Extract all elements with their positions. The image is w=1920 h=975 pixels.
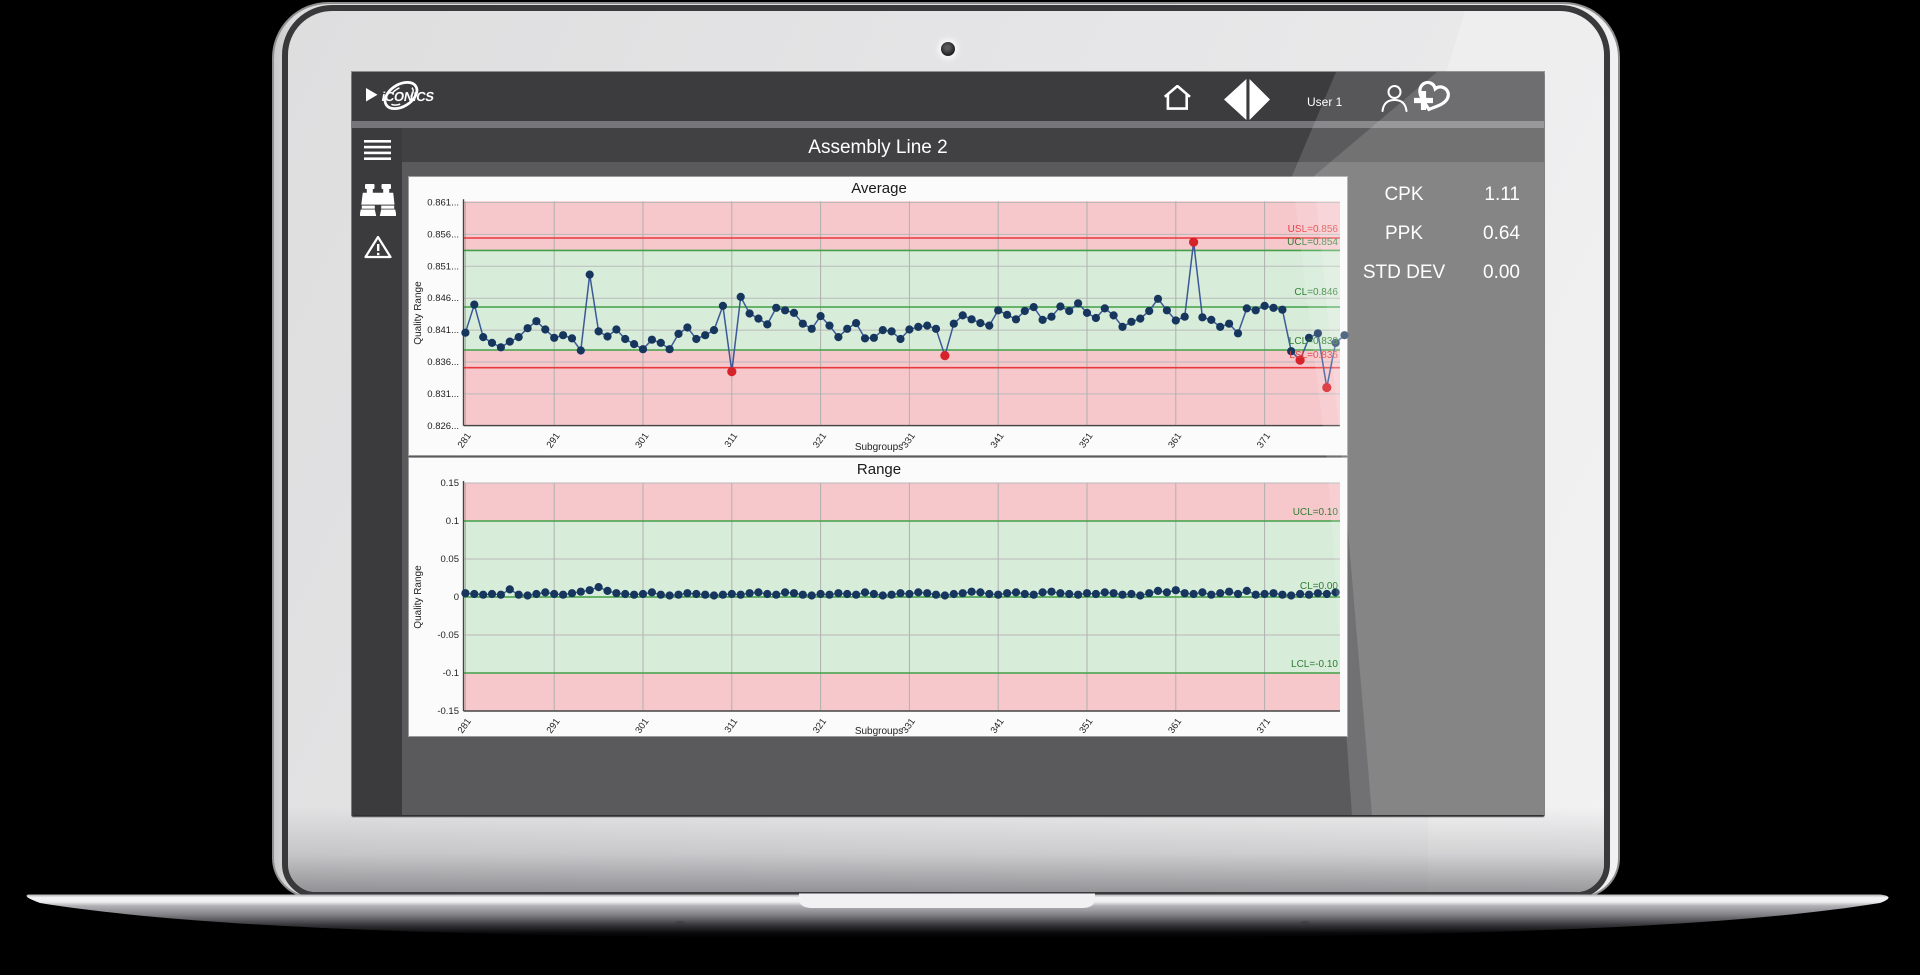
svg-text:341: 341 — [989, 716, 1007, 735]
svg-text:CL=0.846: CL=0.846 — [1294, 287, 1338, 298]
svg-text:0.841...: 0.841... — [427, 325, 459, 336]
svg-text:Subgroups: Subgroups — [855, 442, 903, 453]
svg-text:Average: Average — [851, 180, 907, 197]
svg-text:USL=0.856: USL=0.856 — [1288, 224, 1339, 235]
svg-text:301: 301 — [633, 716, 651, 735]
svg-text:LCL=0.838: LCL=0.838 — [1289, 336, 1339, 347]
svg-text:281: 281 — [456, 716, 474, 735]
svg-text:321: 321 — [811, 716, 829, 735]
svg-text:LSL=0.836: LSL=0.836 — [1289, 350, 1338, 361]
svg-text:Quality Range: Quality Range — [413, 281, 424, 345]
svg-text:341: 341 — [989, 431, 1007, 450]
svg-text:321: 321 — [811, 431, 829, 450]
svg-text:0: 0 — [454, 592, 459, 603]
svg-text:371: 371 — [1255, 716, 1273, 735]
svg-text:311: 311 — [723, 716, 741, 735]
svg-text:-0.1: -0.1 — [443, 668, 459, 679]
svg-text:281: 281 — [456, 431, 474, 450]
svg-text:0.826...: 0.826... — [427, 421, 459, 432]
svg-text:291: 291 — [545, 431, 563, 450]
svg-text:0.05: 0.05 — [441, 554, 460, 565]
svg-text:0.15: 0.15 — [441, 478, 460, 489]
svg-text:351: 351 — [1077, 716, 1095, 735]
svg-text:-0.05: -0.05 — [437, 630, 459, 641]
svg-text:-0.15: -0.15 — [437, 706, 459, 717]
svg-text:351: 351 — [1077, 431, 1095, 450]
svg-text:UCL=0.854: UCL=0.854 — [1287, 237, 1338, 248]
svg-text:291: 291 — [545, 716, 563, 735]
svg-text:Subgroups: Subgroups — [855, 726, 903, 737]
svg-text:0.851...: 0.851... — [427, 261, 459, 272]
svg-text:0.836...: 0.836... — [427, 357, 459, 368]
svg-text:0.856...: 0.856... — [427, 229, 459, 240]
svg-text:361: 361 — [1166, 716, 1184, 735]
svg-text:0.1: 0.1 — [446, 516, 459, 527]
svg-text:Quality Range: Quality Range — [413, 565, 424, 629]
svg-text:UCL=0.10: UCL=0.10 — [1293, 507, 1339, 518]
svg-text:371: 371 — [1255, 431, 1273, 450]
svg-text:0.861...: 0.861... — [427, 198, 459, 209]
svg-text:iCONICS: iCONICS — [380, 89, 435, 104]
svg-text:311: 311 — [723, 431, 741, 450]
svg-text:0.831...: 0.831... — [427, 389, 459, 400]
svg-text:361: 361 — [1166, 431, 1184, 450]
svg-text:301: 301 — [633, 431, 651, 450]
svg-text:0.846...: 0.846... — [427, 293, 459, 304]
svg-text:Range: Range — [857, 461, 901, 478]
svg-text:CL=0.00: CL=0.00 — [1300, 581, 1339, 592]
svg-text:LCL=-0.10: LCL=-0.10 — [1291, 659, 1338, 670]
